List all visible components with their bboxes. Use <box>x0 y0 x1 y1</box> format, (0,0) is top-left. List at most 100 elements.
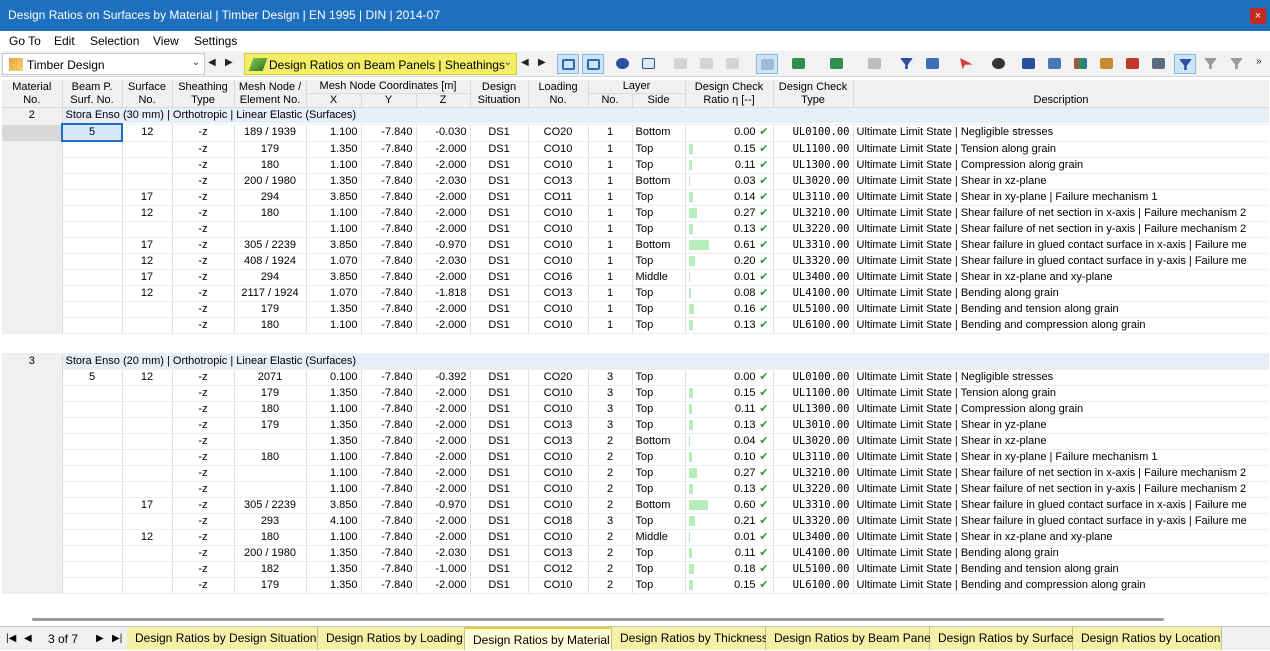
row-header-cell[interactable] <box>2 124 62 141</box>
xxx-values-icon[interactable] <box>638 54 660 74</box>
cell-mesh[interactable]: 305 / 2239 <box>234 497 306 513</box>
cell-x[interactable]: 1.100 <box>306 481 361 497</box>
cell-beam[interactable] <box>62 157 122 173</box>
cell-x[interactable]: 1.100 <box>306 205 361 221</box>
cell-ds[interactable]: DS1 <box>470 237 528 253</box>
cell-lno[interactable]: 2 <box>588 449 632 465</box>
cell-side[interactable]: Top <box>632 417 685 433</box>
cell-check-type[interactable]: UL3220.00 <box>773 221 853 237</box>
cell-lno[interactable]: 1 <box>588 269 632 285</box>
cell-y[interactable]: -7.840 <box>361 401 416 417</box>
table-1-icon[interactable] <box>670 54 692 74</box>
cell-ratio[interactable]: 0.13✔ <box>685 481 773 497</box>
cell-sheath[interactable]: -z <box>172 269 234 285</box>
cell-ratio[interactable]: 0.14✔ <box>685 189 773 205</box>
filter-clear-icon[interactable] <box>1200 54 1222 74</box>
cell-x[interactable]: 1.350 <box>306 433 361 449</box>
color-scale-icon[interactable] <box>1070 54 1092 74</box>
cell-ratio[interactable]: 0.18✔ <box>685 561 773 577</box>
cell-beam[interactable] <box>62 189 122 205</box>
cell-check-type[interactable]: UL3210.00 <box>773 205 853 221</box>
cell-y[interactable]: -7.840 <box>361 205 416 221</box>
tab-material[interactable]: Design Ratios by Material <box>465 627 612 650</box>
cell-sheath[interactable]: -z <box>172 385 234 401</box>
cell-check-type[interactable]: UL3310.00 <box>773 497 853 513</box>
cell-load[interactable]: CO10 <box>528 529 588 545</box>
cell-load[interactable]: CO16 <box>528 269 588 285</box>
cell-sheath[interactable]: -z <box>172 465 234 481</box>
cell-side[interactable]: Top <box>632 449 685 465</box>
cell-z[interactable]: -2.000 <box>416 157 470 173</box>
cell-beam[interactable] <box>62 513 122 529</box>
cell-z[interactable]: -2.000 <box>416 513 470 529</box>
cell-ds[interactable]: DS1 <box>470 124 528 141</box>
cell-ds[interactable]: DS1 <box>470 545 528 561</box>
cell-z[interactable]: -2.000 <box>416 577 470 593</box>
cursor-x-icon[interactable] <box>956 54 978 74</box>
menu-settings[interactable]: Settings <box>194 34 237 48</box>
table-row[interactable]: -z1791.350-7.840-2.000DS1CO102Top0.15✔UL… <box>2 577 1269 593</box>
cell-description[interactable]: Ultimate Limit State | Compression along… <box>853 157 1269 173</box>
cell-description[interactable]: Ultimate Limit State | Bending along gra… <box>853 545 1269 561</box>
cell-ratio[interactable]: 0.13✔ <box>685 221 773 237</box>
cell-load[interactable]: CO13 <box>528 173 588 189</box>
cell-surf[interactable] <box>122 173 172 189</box>
cell-side[interactable]: Top <box>632 401 685 417</box>
cell-y[interactable]: -7.840 <box>361 141 416 157</box>
material-group-row[interactable]: 3Stora Enso (20 mm) | Orthotropic | Line… <box>2 353 1269 369</box>
cell-surf[interactable] <box>122 417 172 433</box>
cell-side[interactable]: Middle <box>632 529 685 545</box>
cell-sheath[interactable]: -z <box>172 173 234 189</box>
select-in-model-icon[interactable] <box>557 54 579 74</box>
table-3-icon[interactable] <box>722 54 744 74</box>
cell-sheath[interactable]: -z <box>172 124 234 141</box>
cell-surf[interactable] <box>122 513 172 529</box>
cell-check-type[interactable]: UL0100.00 <box>773 369 853 385</box>
cell-surf[interactable]: 17 <box>122 497 172 513</box>
table-row[interactable]: -z1821.350-7.840-1.000DS1CO122Top0.18✔UL… <box>2 561 1269 577</box>
cell-check-type[interactable]: UL1300.00 <box>773 401 853 417</box>
header-sheathing-type[interactable]: SheathingType <box>172 80 234 108</box>
cell-sheath[interactable]: -z <box>172 205 234 221</box>
cell-ds[interactable]: DS1 <box>470 433 528 449</box>
cell-lno[interactable]: 1 <box>588 285 632 301</box>
menu-edit[interactable]: Edit <box>54 34 75 48</box>
cell-beam[interactable] <box>62 237 122 253</box>
cell-z[interactable]: -2.000 <box>416 301 470 317</box>
cell-beam[interactable] <box>62 173 122 189</box>
cell-side[interactable]: Bottom <box>632 497 685 513</box>
print-icon[interactable] <box>864 54 886 74</box>
material-number[interactable]: 2 <box>2 108 62 125</box>
cell-ratio[interactable]: 0.11✔ <box>685 401 773 417</box>
table-row[interactable]: 17-z305 / 22393.850-7.840-0.970DS1CO102B… <box>2 497 1269 513</box>
cell-surf[interactable] <box>122 577 172 593</box>
cell-lno[interactable]: 2 <box>588 577 632 593</box>
cell-beam[interactable] <box>62 465 122 481</box>
row-header-cell[interactable] <box>2 561 62 577</box>
cell-sheath[interactable]: -z <box>172 513 234 529</box>
table-row[interactable]: -z1801.100-7.840-2.000DS1CO103Top0.11✔UL… <box>2 401 1269 417</box>
cell-lno[interactable]: 1 <box>588 189 632 205</box>
row-header-cell[interactable] <box>2 401 62 417</box>
cell-beam[interactable] <box>62 529 122 545</box>
cell-z[interactable]: -2.000 <box>416 317 470 333</box>
cell-z[interactable]: -2.000 <box>416 401 470 417</box>
cell-check-type[interactable]: UL3310.00 <box>773 237 853 253</box>
cell-x[interactable]: 1.350 <box>306 417 361 433</box>
cell-z[interactable]: -2.030 <box>416 173 470 189</box>
row-header-cell[interactable] <box>2 173 62 189</box>
jump-to-object-icon[interactable] <box>582 54 604 74</box>
cell-ratio[interactable]: 0.08✔ <box>685 285 773 301</box>
cell-check-type[interactable]: UL4100.00 <box>773 285 853 301</box>
row-header-cell[interactable] <box>2 317 62 333</box>
cell-lno[interactable]: 2 <box>588 433 632 449</box>
table-row[interactable]: 12-z1801.100-7.840-2.000DS1CO102Middle0.… <box>2 529 1269 545</box>
cell-load[interactable]: CO13 <box>528 417 588 433</box>
row-header-cell[interactable] <box>2 237 62 253</box>
cell-y[interactable]: -7.840 <box>361 221 416 237</box>
cell-sheath[interactable]: -z <box>172 237 234 253</box>
cell-beam[interactable] <box>62 545 122 561</box>
cell-load[interactable]: CO10 <box>528 141 588 157</box>
cell-y[interactable]: -7.840 <box>361 497 416 513</box>
table-row[interactable]: -z1801.100-7.840-2.000DS1CO102Top0.10✔UL… <box>2 449 1269 465</box>
